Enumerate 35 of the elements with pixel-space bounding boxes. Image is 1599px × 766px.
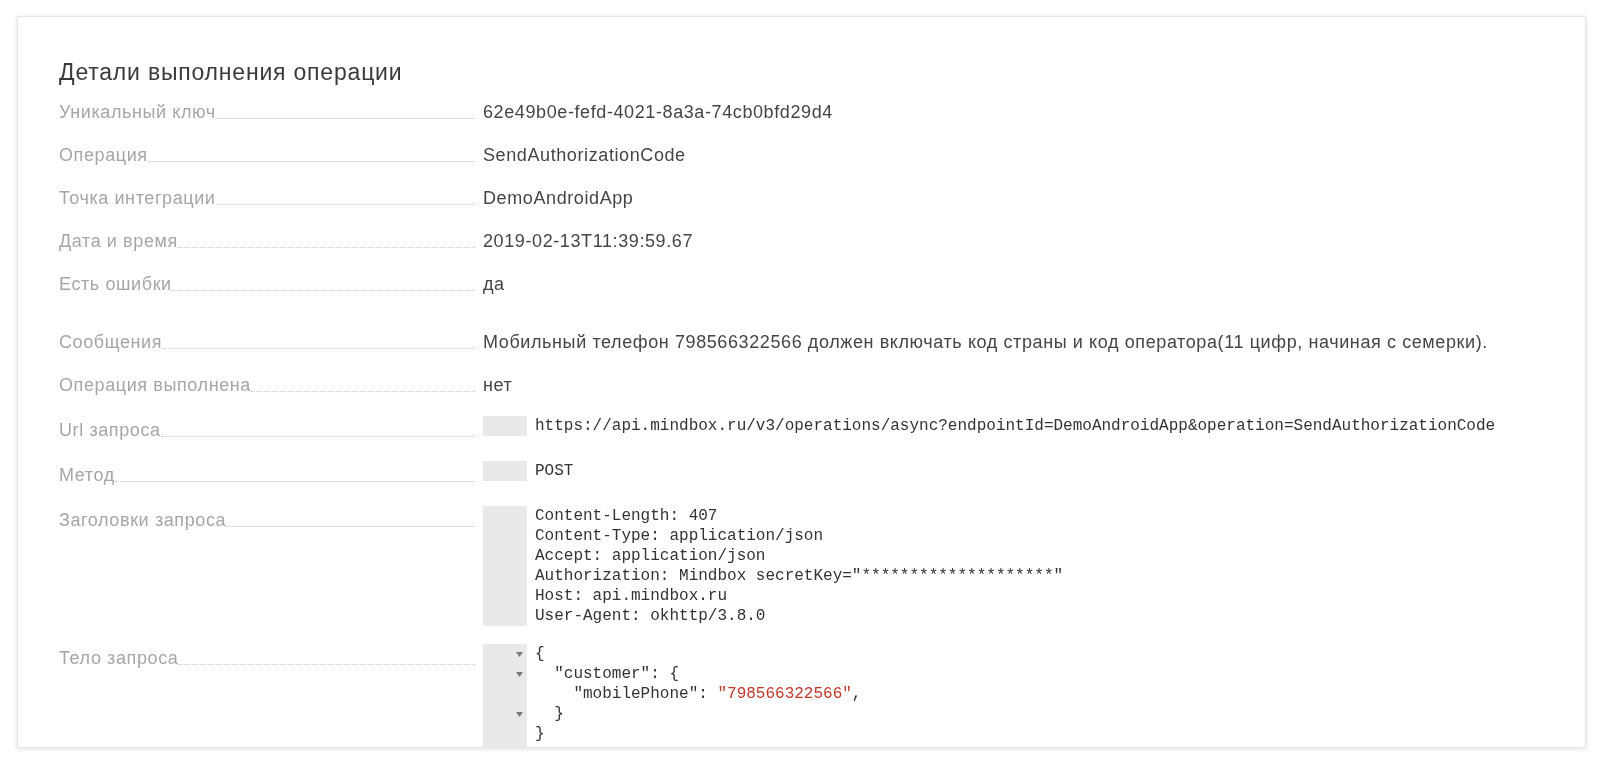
field-label: Заголовки запроса [59, 509, 227, 532]
field-value: SendAuthorizationCode [483, 144, 686, 167]
field-label: Операция выполнена [59, 374, 251, 397]
code-line: Accept: application/json [535, 546, 766, 566]
code-line: } [535, 724, 545, 744]
field-value: 2019-02-13T11:39:59.67 [483, 230, 694, 253]
field-label: Операция [59, 144, 148, 167]
code-line: POST [535, 461, 574, 481]
code-line: Host: api.mindbox.ru [535, 586, 728, 606]
code-line: User-Agent: okhttp/3.8.0 [535, 606, 766, 626]
field-value: Мобильный телефон 798566322566 должен включать код страны и код оператора(11 цифр, начиная с семерки). [483, 331, 1488, 354]
code-line: "mobilePhone": "798566322566", [572, 684, 862, 704]
section-title: Детали выполнения операции [59, 58, 403, 87]
caret-down-icon[interactable] [516, 671, 523, 677]
field-value: нет [483, 374, 513, 397]
caret-down-icon[interactable] [516, 711, 523, 717]
code-line: } [553, 704, 564, 724]
field-value: DemoAndroidApp [483, 187, 634, 210]
field-label: Сообщения [59, 331, 163, 354]
field-value: да [483, 273, 505, 296]
field-label: Дата и время [59, 230, 178, 253]
code-line: Authorization: Mindbox secretKey="********************" [535, 566, 1064, 586]
field-label: Url запроса [59, 419, 161, 442]
field-label: Тело запроса [59, 647, 179, 670]
field-label: Метод [59, 464, 115, 487]
code-line: Content-Length: 407 [535, 506, 718, 526]
caret-down-icon[interactable] [516, 651, 523, 657]
field-label: Есть ошибки [59, 273, 172, 296]
code-line: Content-Type: application/json [535, 526, 824, 546]
field-label: Точка интеграции [59, 187, 216, 210]
field-label: Уникальный ключ [59, 101, 216, 124]
code-line: { [535, 644, 545, 664]
code-line: "customer": { [553, 664, 680, 684]
code-line: https://api.mindbox.ru/v3/operations/async?endpointId=DemoAndroidApp&operation=SendAuthorizationCode [535, 416, 1496, 436]
field-value: 62e49b0e-fefd-4021-8a3a-74cb0bfd29d4 [483, 101, 833, 124]
